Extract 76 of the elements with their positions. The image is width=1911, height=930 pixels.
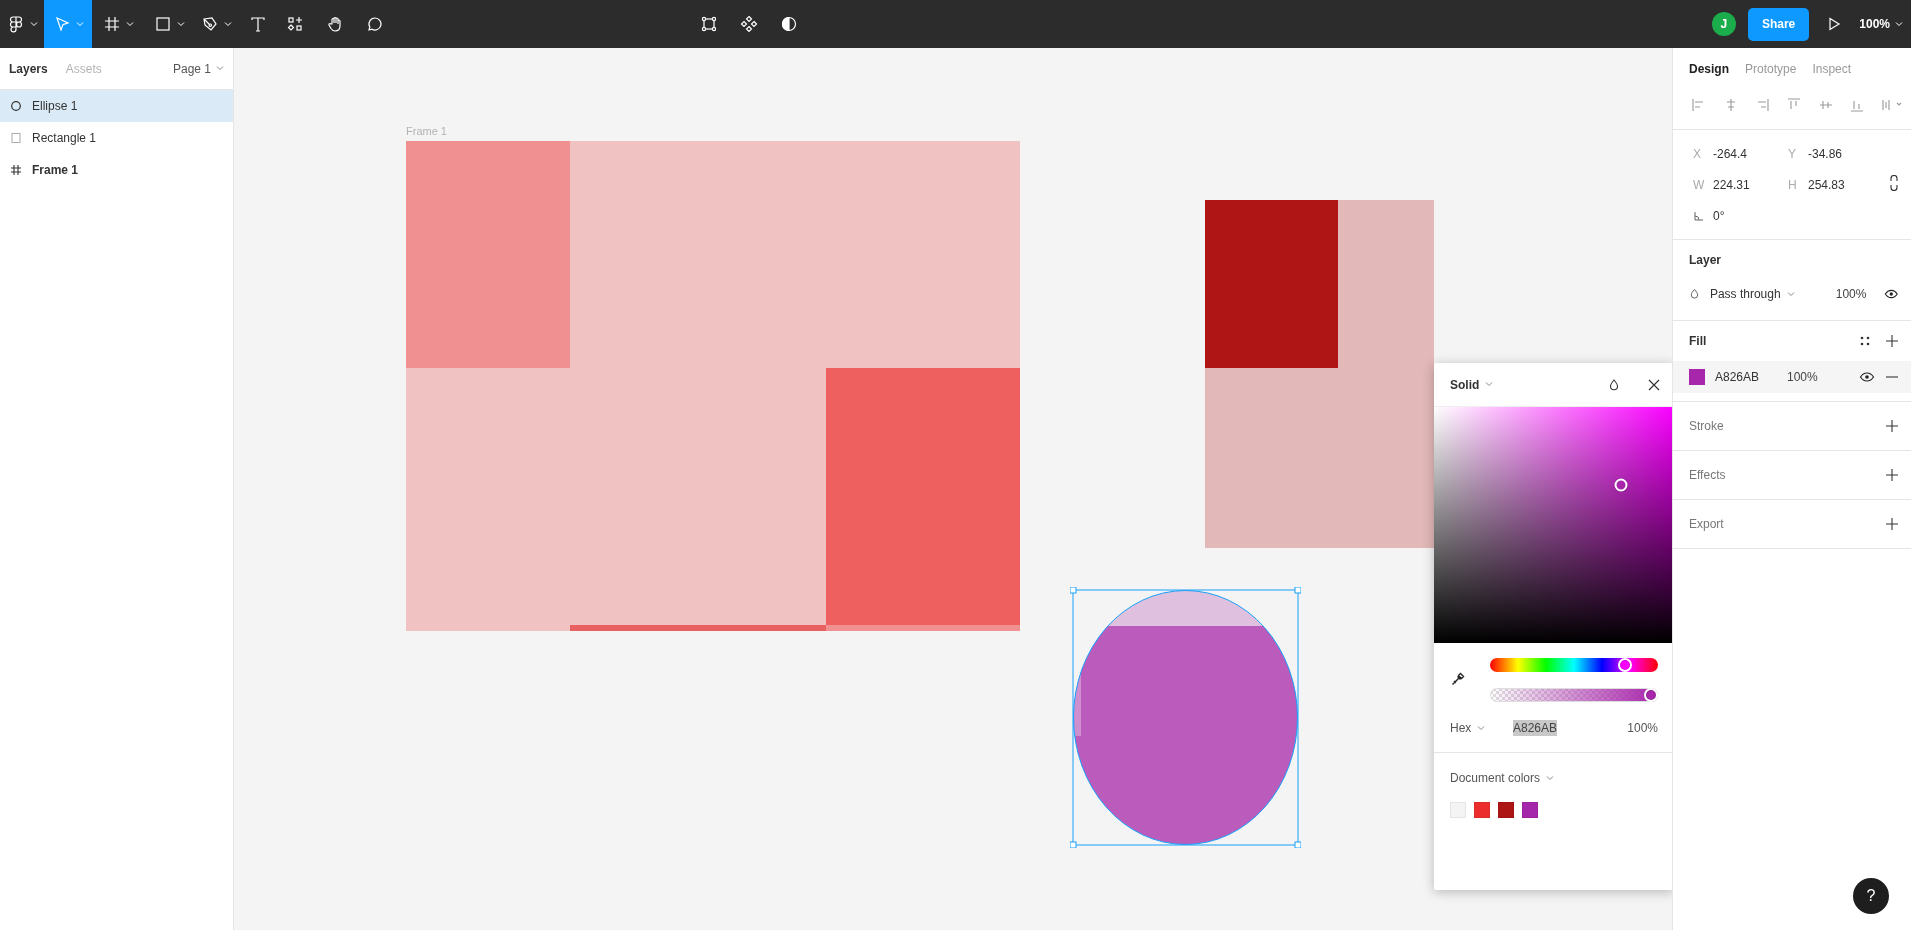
speech-bubble-icon (366, 15, 384, 33)
slider-thumb[interactable] (1617, 658, 1632, 672)
half-circle-icon[interactable] (780, 15, 798, 33)
caret-icon (1477, 725, 1486, 731)
opacity-field[interactable]: 100% (1810, 287, 1867, 301)
caret-icon (216, 66, 224, 71)
page-dropdown[interactable]: Page 1 (172, 61, 224, 76)
opacity-slider[interactable] (1490, 688, 1658, 702)
caret-icon (1485, 382, 1494, 387)
layer-item[interactable]: Ellipse 1 (0, 90, 233, 122)
slider-thumb[interactable] (1644, 688, 1658, 702)
property-field[interactable]: -34.86 (1808, 146, 1883, 161)
section-title: Layer (1689, 253, 1723, 267)
property-field[interactable]: 224.31 (1713, 177, 1788, 192)
section-title: Export (1689, 517, 1724, 531)
eyedropper-icon[interactable] (1450, 670, 1466, 687)
hue-slider[interactable] (1490, 658, 1658, 672)
property-label: Y (1788, 146, 1797, 161)
property-label: X (1693, 146, 1702, 161)
drop-icon (1689, 287, 1700, 301)
fill-hex-field[interactable]: A826AB (1715, 370, 1787, 384)
fill-type-dropdown[interactable]: Solid (1450, 377, 1494, 392)
color-swatch[interactable] (1522, 802, 1538, 818)
rectangle-icon (10, 132, 22, 144)
panel-tab[interactable]: Design (1689, 61, 1729, 76)
color-picker-handle[interactable] (1614, 478, 1628, 492)
caret-icon (29, 21, 38, 27)
eye-icon[interactable] (1859, 369, 1875, 385)
property-label: H (1788, 177, 1798, 192)
shapes-icon (286, 15, 304, 33)
layer-item[interactable]: Frame 1 (0, 154, 233, 186)
color-swatch[interactable] (1474, 802, 1490, 818)
property-field[interactable]: 254.83 (1808, 177, 1883, 192)
caret-icon (176, 21, 185, 27)
four-dots-icon[interactable] (1859, 335, 1871, 347)
caret-icon (1786, 291, 1795, 297)
plus-icon[interactable] (1885, 468, 1899, 482)
property-label: W (1693, 177, 1706, 192)
caret-icon (75, 21, 84, 27)
opacity-field[interactable]: 100% (1627, 721, 1658, 735)
ellipse-icon (10, 100, 22, 112)
section-title: Effects (1689, 468, 1726, 482)
zoom-dropdown[interactable]: 100% (1859, 17, 1903, 31)
caret-icon (1895, 21, 1903, 27)
blend-mode-dropdown[interactable]: Pass through (1709, 287, 1810, 301)
component-icon[interactable] (740, 15, 758, 33)
caret-icon (224, 21, 232, 27)
frame-label: Frame 1 (406, 125, 447, 137)
edit-object-icon[interactable] (700, 15, 718, 33)
document-colors-dropdown[interactable]: Document colors (1434, 753, 1672, 785)
rectangle-icon (153, 15, 172, 33)
plus-icon[interactable] (1885, 517, 1899, 531)
color-swatch[interactable] (1450, 802, 1466, 818)
caret-icon (126, 21, 134, 27)
layer-item[interactable]: Rectangle 1 (0, 122, 233, 154)
color-swatch[interactable] (1498, 802, 1514, 818)
hex-input-field[interactable]: A826AB (1513, 720, 1558, 736)
hand-icon (326, 15, 344, 33)
section-title: Stroke (1689, 419, 1724, 433)
plus-icon[interactable] (1885, 334, 1899, 348)
rotation-field[interactable]: 0° (1713, 208, 1788, 223)
plus-icon[interactable] (1885, 419, 1899, 433)
color-format-dropdown[interactable]: Hex (1450, 721, 1513, 735)
color-field[interactable] (1434, 407, 1672, 643)
chain-link-icon[interactable] (1889, 175, 1899, 191)
section-title: Fill (1689, 334, 1708, 348)
frame-icon (10, 164, 22, 176)
frame-icon (103, 15, 121, 33)
fill-opacity-field[interactable]: 100% (1787, 370, 1859, 384)
angle-icon (1693, 209, 1705, 222)
pen-icon (201, 15, 219, 33)
caret-icon (1546, 775, 1555, 781)
property-field[interactable]: -264.4 (1713, 146, 1788, 161)
panel-tab[interactable]: Layers (9, 61, 48, 76)
fill-color-swatch[interactable] (1689, 369, 1705, 385)
text-tool-icon (248, 15, 267, 33)
